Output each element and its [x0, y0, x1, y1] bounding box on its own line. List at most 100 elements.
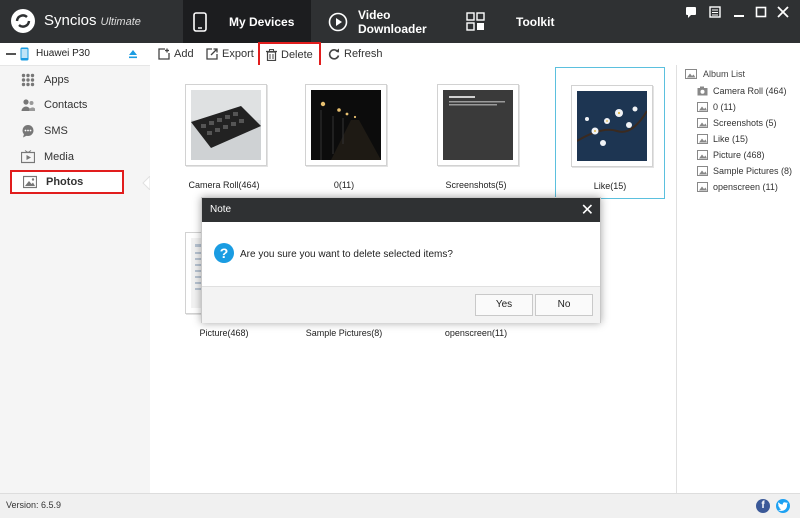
album-list-item[interactable]: Picture (468) — [697, 149, 765, 161]
night-photo — [311, 90, 381, 160]
device-selector[interactable]: Huawei P30 — [0, 43, 150, 66]
album-camera-roll[interactable]: Camera Roll(464) — [170, 67, 278, 197]
sidebar-item-label: Media — [44, 151, 74, 163]
photos-icon — [22, 175, 38, 189]
album-caption: Sample Pictures(8) — [305, 328, 383, 338]
album-thumbnail — [185, 84, 267, 166]
album-thumbnail — [571, 85, 653, 167]
album-icon — [697, 134, 708, 144]
contacts-icon — [20, 98, 36, 112]
album-list-item[interactable]: Sample Pictures (8) — [697, 165, 792, 177]
album-screenshots[interactable]: Screenshots(5) — [422, 67, 530, 197]
sidebar-item-photos[interactable]: Photos — [10, 170, 124, 194]
active-pointer-icon — [142, 176, 150, 190]
collapse-icon[interactable] — [6, 53, 16, 55]
album-icon — [697, 118, 708, 128]
app-name: Syncios — [44, 12, 97, 29]
close-icon[interactable]: ✕ — [581, 200, 594, 220]
tab-label: Video Downloader — [358, 7, 427, 36]
album-list-item[interactable]: 0 (11) — [697, 101, 736, 113]
album-list-label: Screenshots (5) — [713, 118, 777, 128]
album-list-label: Picture (468) — [713, 150, 765, 160]
add-label: Add — [174, 48, 194, 60]
dialog-footer: Yes No — [202, 286, 600, 323]
album-icon — [697, 102, 708, 112]
minimize-icon[interactable] — [730, 6, 748, 21]
album-icon — [697, 182, 708, 192]
media-icon — [20, 150, 36, 164]
album-thumbnail — [305, 84, 387, 166]
dialog-header: Note ✕ — [202, 198, 600, 222]
export-icon — [206, 48, 218, 60]
album-thumbnail — [437, 84, 519, 166]
question-icon: ? — [214, 243, 234, 263]
album-caption: Camera Roll(464) — [188, 180, 260, 190]
sidebar-item-label: Photos — [46, 176, 84, 188]
album-caption: openscreen(11) — [444, 328, 508, 338]
yes-button[interactable]: Yes — [475, 294, 533, 316]
sidebar-item-label: Contacts — [44, 99, 88, 111]
blossom-photo — [577, 91, 647, 161]
photos-icon — [685, 69, 697, 79]
album-list-item[interactable]: Screenshots (5) — [697, 117, 777, 129]
no-button[interactable]: No — [535, 294, 593, 316]
sidebar-item-label: SMS — [44, 125, 68, 137]
export-label: Export — [222, 48, 254, 60]
tab-video-downloader[interactable]: Video Downloader — [328, 0, 458, 43]
grid-icon — [466, 11, 486, 32]
export-button[interactable]: Export — [206, 46, 254, 62]
menu-icon[interactable] — [706, 6, 724, 21]
sidebar-item-media[interactable]: Media — [10, 145, 124, 169]
facebook-icon[interactable]: f — [756, 499, 770, 513]
keyboard-photo — [191, 90, 261, 160]
sidebar-item-contacts[interactable]: Contacts — [10, 93, 124, 117]
album-caption: Like(15) — [593, 181, 627, 191]
tab-label: Toolkit — [516, 14, 555, 29]
app-title: Syncios Ultimate — [44, 12, 141, 29]
delete-label: Delete — [281, 49, 313, 61]
screenshot-photo — [443, 90, 513, 160]
refresh-button[interactable]: Refresh — [328, 46, 383, 62]
tab-label: My Devices — [229, 14, 295, 29]
eject-icon[interactable] — [128, 49, 138, 59]
add-button[interactable]: Add — [158, 46, 194, 62]
album-caption: 0(11) — [333, 180, 355, 190]
album-icon — [697, 166, 708, 176]
tab-my-devices[interactable]: My Devices — [183, 0, 311, 43]
sidebar-item-apps[interactable]: Apps — [10, 68, 124, 92]
album-list-title: Album List — [703, 69, 746, 79]
album-list-item[interactable]: Camera Roll (464) — [697, 85, 787, 97]
album-like[interactable]: Like(15) — [555, 67, 665, 199]
sidebar: Apps Contacts SMS Media Photos — [0, 66, 151, 493]
album-list-label: openscreen (11) — [713, 182, 778, 192]
twitter-icon[interactable] — [776, 499, 790, 513]
album-list-label: Camera Roll (464) — [713, 86, 787, 96]
add-icon — [158, 48, 170, 60]
album-list-label: Like (15) — [713, 134, 749, 144]
confirm-dialog: Note ✕ ? Are you sure you want to delete… — [201, 197, 601, 323]
toolbar: Add Export Delete Refresh — [150, 42, 800, 68]
album-icon — [697, 150, 708, 160]
tab-toolkit[interactable]: Toolkit — [466, 0, 566, 43]
album-0[interactable]: 0(11) — [290, 67, 398, 197]
sidebar-item-label: Apps — [44, 74, 70, 86]
maximize-icon[interactable] — [752, 6, 770, 21]
status-bar: Version: 6.5.9 f — [0, 493, 800, 518]
album-list-item[interactable]: openscreen (11) — [697, 181, 778, 193]
close-icon[interactable] — [774, 6, 792, 21]
album-caption: Screenshots(5) — [445, 180, 507, 190]
dialog-title: Note — [210, 204, 232, 215]
refresh-label: Refresh — [344, 48, 383, 60]
sidebar-item-sms[interactable]: SMS — [10, 119, 124, 143]
trash-icon — [266, 49, 277, 61]
dialog-message: Are you sure you want to delete selected… — [240, 249, 453, 260]
album-caption: Picture(468) — [199, 328, 249, 338]
phone-icon — [20, 47, 29, 61]
feedback-icon[interactable] — [682, 6, 700, 21]
play-circle-icon — [328, 12, 348, 32]
album-list-item[interactable]: Like (15) — [697, 133, 748, 145]
syncios-logo-icon — [11, 9, 35, 33]
app-edition: Ultimate — [100, 16, 141, 28]
camera-icon — [697, 86, 708, 96]
phone-icon — [193, 11, 207, 32]
